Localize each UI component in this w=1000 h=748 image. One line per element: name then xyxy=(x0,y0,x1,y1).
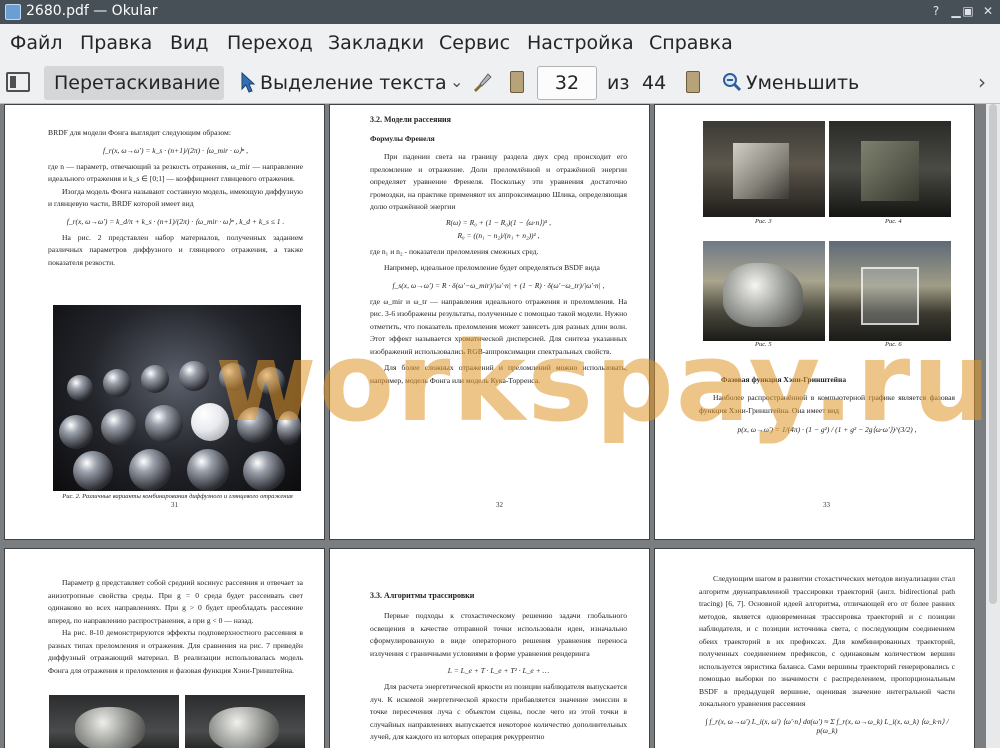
menu-help[interactable]: Справка xyxy=(649,32,733,54)
page-31-paragraph: Изогда модель Фонга называют составную м… xyxy=(48,186,303,209)
page-31-paragraph: BRDF для модели Фонга выглядит следующим… xyxy=(48,128,231,137)
zoom-out-button[interactable]: Уменьшить xyxy=(746,72,859,94)
figure-caption: Рис. 6 xyxy=(885,341,902,348)
page-33-formula: p(x, ω→ω′) = 1/(4π) · (1 − g²) / (1 + g²… xyxy=(737,425,917,434)
close-icon[interactable]: ✕ xyxy=(980,3,996,19)
menu-bookmarks[interactable]: Закладки xyxy=(328,32,424,54)
page-33-paragraph: Наиболее распространённой в компьютерной… xyxy=(699,393,955,415)
page-number: 31 xyxy=(171,501,178,509)
dragon-render-image xyxy=(703,241,825,341)
page-number: 33 xyxy=(823,501,830,509)
page-31: BRDF для модели Фонга выглядит следующим… xyxy=(4,104,325,540)
section-heading: 3.2. Модели рассеяния xyxy=(370,115,451,124)
maximize-icon[interactable]: ▣ xyxy=(960,3,976,19)
page-34: Параметр g представляет собой средний ко… xyxy=(4,548,325,748)
help-icon[interactable]: ? xyxy=(928,3,944,19)
annotation-brush-icon[interactable] xyxy=(470,70,494,94)
section-heading: 3.3. Алгоритмы трассировки xyxy=(370,591,475,600)
chevron-down-icon[interactable]: ⌄ xyxy=(450,72,463,91)
fresnel-render-image xyxy=(703,121,825,217)
okular-app-icon xyxy=(5,4,21,20)
glass-cube-render-image xyxy=(829,241,951,341)
page-36-formula: ∫ f_r(x, ω→ω′) L_i(x, ω′) ⟨ω′·n⟩ dσ(ω′) … xyxy=(705,716,949,735)
cursor-arrow-icon[interactable] xyxy=(240,72,256,94)
page-35-paragraph: Первые подходы к стохастическому решению… xyxy=(370,611,627,658)
menu-settings[interactable]: Настройка xyxy=(527,32,634,54)
menu-bar: Файл Правка Вид Переход Закладки Сервис … xyxy=(0,24,1000,62)
page-35-paragraph: Для расчета энергетической яркости из по… xyxy=(370,682,627,741)
page-number: 32 xyxy=(496,501,503,509)
figure-caption: Рис. 2. Различные варианты комбинировани… xyxy=(62,493,293,500)
browse-tool-button[interactable]: Перетаскивание xyxy=(44,66,224,100)
page-32-formula: R(ω) = R₀ + (1 − R₀)(1 − ⟨ω·n⟩)⁵ , xyxy=(445,217,552,227)
page-32-paragraph: где n₁ и n₂ - показатели преломления сме… xyxy=(370,246,539,256)
page-of-label: из xyxy=(607,72,630,94)
subsection-heading: Формулы Френеля xyxy=(370,134,435,143)
page-35-formula: L = L_e + T · L_e + T² · L_e + … xyxy=(447,666,550,675)
page-36-paragraph: Следующим шагом в развитии стохастически… xyxy=(699,574,955,708)
menu-go[interactable]: Переход xyxy=(227,32,313,54)
page-32-paragraph: Например, идеальное преломление будет оп… xyxy=(384,263,600,272)
document-viewport[interactable]: BRDF для модели Фонга выглядит следующим… xyxy=(0,104,1000,748)
next-page-icon[interactable] xyxy=(686,71,700,93)
page-32-paragraph: где ω_mir и ω_tr — направления идеальног… xyxy=(370,296,627,356)
page-33: Рис. 3 Рис. 4 Рис. 5 Рис. 6 Фазовая функ… xyxy=(654,104,975,540)
page-32: 3.2. Модели рассеяния Формулы Френеля Пр… xyxy=(329,104,650,540)
page-32-paragraph: При падении света на границу раздела дву… xyxy=(370,152,627,211)
figure-caption: Рис. 4 xyxy=(885,218,902,225)
scrollbar-thumb[interactable] xyxy=(989,104,997,604)
page-31-formula: f_r(x, ω→ω′) = k_s · (n+1)/(2π) · ⟨ω_mir… xyxy=(102,145,249,155)
zoom-out-icon[interactable] xyxy=(722,72,742,92)
browse-tool-label: Перетаскивание xyxy=(54,72,221,94)
page-36: Следующим шагом в развитии стохастически… xyxy=(654,548,975,748)
page-32-formula: f_s(x, ω→ω′) = R · δ(ω′−ω_mir)/|ω′·n| + … xyxy=(392,280,605,290)
fresnel-render-image xyxy=(829,121,951,217)
previous-page-icon[interactable] xyxy=(510,71,524,93)
sidebar-toggle-icon[interactable] xyxy=(6,72,30,92)
page-31-formula: f_r(x, ω→ω′) = k_d/π + k_s · (n+1)/(2π) … xyxy=(66,216,285,226)
page-34-paragraph: Параметр g представляет собой средний ко… xyxy=(48,578,303,625)
page-34-paragraph: На рис. 8-10 демонстрируются эффекты под… xyxy=(48,628,303,675)
page-32-paragraph: Для более сложных отражений и преломлени… xyxy=(370,363,627,385)
subsection-heading: Фазовая функция Хэни-Гринштейна xyxy=(721,375,847,384)
menu-tools[interactable]: Сервис xyxy=(439,32,510,54)
toolbar-overflow-icon[interactable]: › xyxy=(978,70,986,94)
figure-caption: Рис. 3 xyxy=(755,218,772,225)
page-35: 3.3. Алгоритмы трассировки Первые подход… xyxy=(329,548,650,748)
spheres-render-image xyxy=(53,305,301,491)
dragon-render-image xyxy=(185,695,305,748)
window-title: 2680.pdf — Okular xyxy=(26,3,158,19)
title-bar: 2680.pdf — Okular ? ▁ ▣ ✕ xyxy=(0,0,1000,24)
dragon-render-image xyxy=(49,695,179,748)
menu-file[interactable]: Файл xyxy=(10,32,63,54)
menu-view[interactable]: Вид xyxy=(170,32,209,54)
menu-edit[interactable]: Правка xyxy=(80,32,152,54)
figure-caption: Рис. 5 xyxy=(755,341,772,348)
page-31-paragraph: На рис. 2 представлен набор материалов, … xyxy=(48,232,303,267)
vertical-scrollbar[interactable] xyxy=(986,104,1000,748)
page-31-paragraph: где n — параметр, отвечающий за резкость… xyxy=(48,161,303,184)
main-toolbar: Перетаскивание Выделение текста ⌄ из 44 … xyxy=(0,62,1000,104)
page-number-input[interactable] xyxy=(537,66,597,100)
text-selection-tool-button[interactable]: Выделение текста xyxy=(260,72,447,94)
total-pages-label: 44 xyxy=(642,72,667,94)
page-32-formula: R₀ = ((n₁ − n₂)/(n₁ + n₂))² , xyxy=(457,230,540,240)
